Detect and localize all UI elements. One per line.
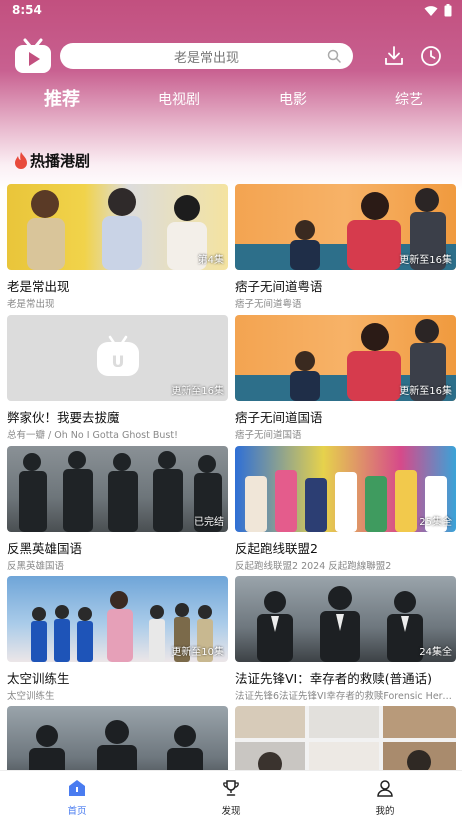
video-card[interactable]: 更新至10集 太空训练生 太空训练生 [7,576,228,702]
video-card[interactable]: 第4集 老是常出现 老是常出现 [7,184,228,310]
episode-badge: 24集全 [419,647,452,658]
video-thumbnail[interactable]: 更新至16集 [235,315,456,401]
episode-badge: 25集全 [419,517,452,528]
status-time: 8:54 [12,3,42,17]
video-title: 痞子无间道粤语 [235,279,323,294]
video-title: 反黑英雄国语 [7,541,83,556]
history-clock-icon[interactable] [419,44,443,68]
video-thumbnail[interactable]: 已完结 [7,446,228,532]
video-subtitle: 痞子无间道国语 [235,430,302,441]
status-bar: 8:54 [0,0,462,22]
video-card[interactable]: 更新至16集 痞子无间道粤语 痞子无间道粤语 [235,184,456,310]
video-card[interactable]: U 更新至16集 弊家伙！我要去拔魔 总有一瓣 / Oh No I Gotta … [7,315,228,441]
video-subtitle: 反黑英雄国语 [7,561,65,572]
tab-recommend[interactable]: 推荐 [44,85,80,111]
video-card[interactable]: 24集全 法证先锋VI：幸存者的救赎(普通话) 法证先锋6法证先锋VI幸存者的救… [235,576,456,702]
video-title: 痞子无间道国语 [235,410,323,425]
app-screen: 8:54 老是常出现 推荐 电视剧 电影 综艺 热播港剧 第4集 老是常出现 老… [0,0,462,823]
tab-movies[interactable]: 电影 [279,89,307,109]
video-card[interactable]: 已完结 反黑英雄国语 反黑英雄国语 [7,446,228,572]
trophy-icon [223,780,239,796]
user-icon [377,780,393,797]
video-card[interactable]: 更新至16集 痞子无间道国语 痞子无间道国语 [235,315,456,441]
status-icons [424,4,452,17]
flame-icon [15,152,27,169]
episode-badge: 更新至16集 [171,386,224,397]
video-card[interactable]: 25集全 反起跑线联盟2 反起跑线联盟2 2024 反起跑線聯盟2 [235,446,456,572]
wifi-icon [424,5,438,16]
search-input[interactable]: 老是常出现 [60,43,353,69]
nav-discover[interactable]: 发现 [201,779,261,817]
episode-badge: 已完结 [194,517,224,528]
video-subtitle: 总有一瓣 / Oh No I Gotta Ghost Bust! [7,430,178,441]
poster-art [27,188,207,270]
video-title: 老是常出现 [7,279,70,294]
home-icon [69,780,85,796]
video-thumbnail[interactable]: U 更新至16集 [7,315,228,401]
download-icon[interactable] [382,44,406,68]
episode-badge: 更新至16集 [399,386,452,397]
episode-badge: 更新至10集 [171,647,224,658]
section-header: 热播港剧 [14,150,90,171]
nav-profile-label: 我的 [375,806,395,817]
nav-profile[interactable]: 我的 [355,779,415,817]
bottom-navigation: 首页 发现 我的 [0,770,462,823]
search-placeholder: 老是常出现 [173,50,239,66]
episode-badge: 第4集 [197,255,224,266]
video-thumbnail[interactable]: 更新至10集 [7,576,228,662]
video-title: 弊家伙！我要去拔魔 [7,410,120,425]
video-subtitle: 老是常出现 [7,299,55,310]
video-thumbnail[interactable]: 25集全 [235,446,456,532]
tab-tv-series[interactable]: 电视剧 [158,89,200,109]
nav-home[interactable]: 首页 [47,779,107,817]
nav-discover-label: 发现 [221,806,241,817]
video-subtitle: 太空训练生 [7,691,55,702]
video-title: 反起跑线联盟2 [235,541,318,556]
tab-variety[interactable]: 综艺 [395,89,423,109]
section-title: 热播港剧 [30,152,91,170]
video-thumbnail[interactable]: 24集全 [235,576,456,662]
battery-icon [444,4,452,17]
video-thumbnail[interactable]: 更新至16集 [235,184,456,270]
app-logo-icon[interactable] [14,38,52,74]
video-thumbnail[interactable]: 第4集 [7,184,228,270]
episode-badge: 更新至16集 [399,255,452,266]
video-subtitle: 痞子无间道粤语 [235,299,302,310]
video-subtitle: 法证先锋6法证先锋VI幸存者的救赎Forensic Heroes VI [235,691,456,702]
search-icon[interactable] [327,49,341,63]
video-subtitle: 反起跑线联盟2 2024 反起跑線聯盟2 [235,561,392,572]
video-title: 法证先锋VI：幸存者的救赎(普通话) [235,671,432,686]
category-tabs: 推荐 电视剧 电影 综艺 [0,82,462,112]
svg-text:U: U [112,352,125,371]
nav-home-label: 首页 [67,806,87,817]
video-title: 太空训练生 [7,671,70,686]
